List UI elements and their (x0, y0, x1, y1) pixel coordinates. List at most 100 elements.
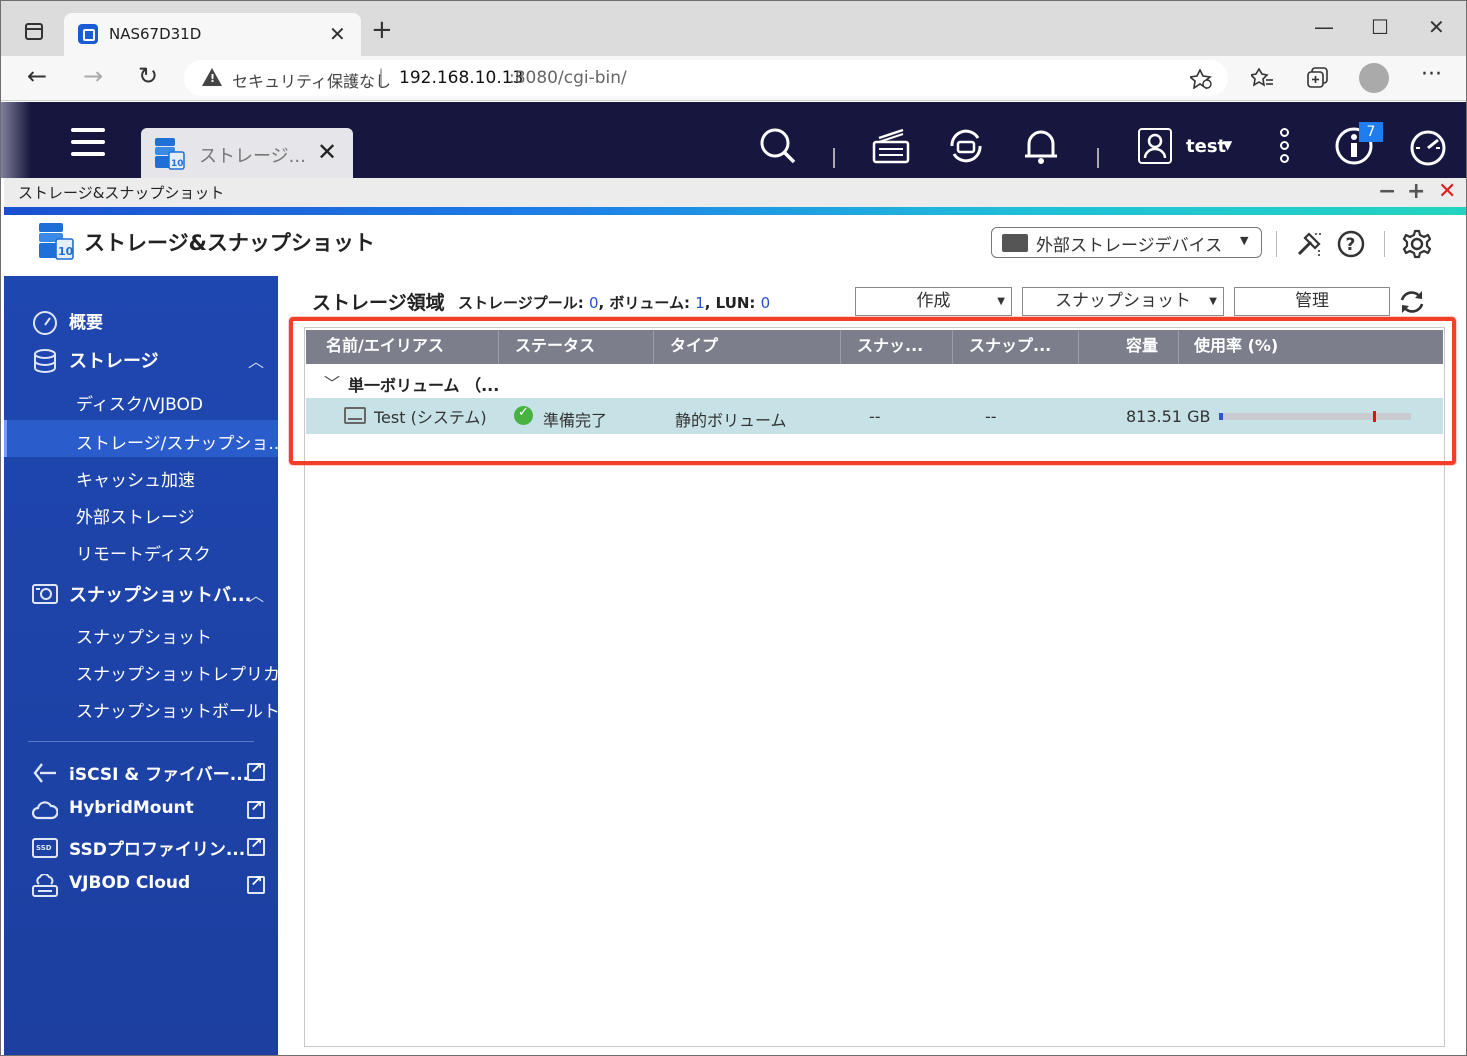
forward-button[interactable]: → (83, 62, 103, 90)
manage-button[interactable]: 管理 (1234, 287, 1390, 316)
search-icon[interactable] (758, 126, 798, 166)
sidebar-item-label: リモートディスク (76, 545, 211, 565)
sidebar-item-external-storage[interactable]: 外部ストレージ (4, 499, 278, 529)
notification-count-badge: 7 (1359, 122, 1383, 142)
external-link-icon[interactable] (247, 797, 265, 819)
sidebar-item-label: HybridMount (69, 798, 194, 818)
volume-icon (344, 407, 366, 424)
help-icon[interactable]: ? (1337, 230, 1365, 258)
sidebar-item-hybridmount[interactable]: HybridMount (4, 794, 278, 826)
external-device-sync-icon[interactable] (946, 126, 986, 166)
create-button[interactable]: 作成 ▼ (855, 287, 1012, 316)
new-tab-button[interactable]: + (371, 15, 393, 45)
sidebar-item-cache[interactable]: キャッシュ加速 (4, 462, 278, 492)
user-menu-caret-icon[interactable]: ▼ (1223, 138, 1232, 152)
sidebar-item-snapshot-vault[interactable]: スナップショットボールト (4, 693, 280, 723)
volume-type: 静的ボリューム (675, 411, 787, 430)
column-divider (952, 330, 953, 364)
sidebar-item-label: SSDプロファイリン... (69, 840, 246, 860)
tab-close-icon[interactable]: ✕ (329, 22, 346, 46)
column-header-type[interactable]: タイプ (670, 330, 840, 364)
profile-avatar[interactable] (1359, 63, 1389, 93)
sidebar-item-snapshot-replica[interactable]: スナップショットレプリカ (4, 656, 280, 686)
reload-button[interactable]: ↻ (138, 62, 158, 90)
qnap-favicon-icon (78, 24, 98, 44)
close-app-tab-icon[interactable]: ✕ (317, 138, 337, 166)
vjbod-cloud-icon (32, 874, 58, 897)
volume-snapshot-count: -- (869, 407, 881, 426)
collections-icon[interactable] (1307, 67, 1329, 89)
url-input[interactable]: セキュリティ保護なし | 192.168.10.13 :8080/cgi-bin… (184, 60, 1228, 96)
sidebar-item-label: ストレージ/スナップショ... (76, 434, 285, 454)
add-favorite-icon[interactable] (1190, 69, 1212, 89)
sidebar-item-label: ストレージ (69, 351, 159, 372)
column-header-snapshot-space[interactable]: スナップ... (969, 330, 1079, 364)
favorites-icon[interactable] (1251, 68, 1273, 88)
warning-icon[interactable] (202, 68, 222, 86)
cloud-icon (32, 801, 58, 820)
sidebar-item-label: VJBOD Cloud (69, 873, 191, 893)
page-title: ストレージ&スナップショット (84, 231, 375, 255)
volume-name: Test (システム) (374, 408, 487, 427)
column-header-snapshot-count[interactable]: スナッ... (857, 330, 957, 364)
volume-group-row[interactable]: ﹀ 単一ボリューム （... (306, 364, 1443, 398)
close-window-button[interactable]: ✕ (1428, 15, 1445, 39)
user-avatar-icon[interactable] (1138, 128, 1172, 164)
tools-icon[interactable] (1295, 230, 1323, 258)
external-link-icon[interactable] (247, 759, 265, 781)
external-link-icon[interactable] (247, 834, 265, 856)
browser-tab[interactable]: NAS67D31D ✕ (64, 13, 361, 57)
settings-more-icon[interactable]: ··· (1421, 62, 1442, 87)
sidebar-item-ssd-profiling[interactable]: SSD SSDプロファイリン... (4, 831, 278, 863)
sidebar-item-snapshot[interactable]: スナップショット (4, 619, 278, 649)
resource-monitor-icon[interactable] (1408, 126, 1448, 166)
sidebar-item-label: スナップショットバ... (69, 585, 252, 606)
grid-header: 名前/エイリアス ステータス タイプ スナッ... スナップ... 容量 使用率… (306, 330, 1443, 364)
table-row[interactable]: Test (システム) 準備完了 静的ボリューム -- -- 813.51 GB (306, 398, 1443, 434)
section-title: ストレージ領域 (312, 292, 445, 314)
chevron-up-icon[interactable]: ︿ (248, 348, 264, 372)
settings-gear-icon[interactable] (1402, 229, 1432, 259)
chevron-up-icon[interactable]: ︿ (248, 582, 264, 606)
external-storage-device-button[interactable]: 外部ストレージデバイス ▼ (991, 227, 1262, 258)
back-button[interactable]: ← (27, 62, 47, 90)
app-minimize-button[interactable]: − (1378, 179, 1396, 204)
column-header-usage[interactable]: 使用率 (%) (1194, 330, 1344, 364)
tab-actions-icon[interactable] (25, 23, 43, 40)
app-maximize-button[interactable]: + (1407, 179, 1425, 204)
open-app-tab[interactable]: 10 ストレージ... ✕ (141, 128, 353, 178)
storage-app-icon: 10 (155, 138, 185, 170)
usage-bar (1219, 411, 1411, 422)
external-link-icon[interactable] (247, 872, 265, 894)
sidebar-item-snapshot-backup[interactable]: スナップショットバ... ︿ (4, 576, 278, 610)
notification-bell-icon[interactable] (1021, 126, 1061, 166)
column-header-name[interactable]: 名前/エイリアス (326, 330, 496, 364)
chevron-down-icon[interactable]: ﹀ (324, 370, 340, 394)
toolbar-divider (1097, 148, 1099, 168)
app-close-button[interactable]: ✕ (1438, 179, 1456, 204)
check-circle-icon (514, 405, 533, 425)
snapshot-button[interactable]: スナップショット ▼ (1022, 287, 1224, 316)
more-options-icon[interactable] (1280, 128, 1292, 168)
main-menu-icon[interactable] (71, 128, 105, 164)
security-status[interactable]: セキュリティ保護なし (232, 68, 391, 92)
storage-grid: 名前/エイリアス ステータス タイプ スナッ... スナップ... 容量 使用率… (304, 327, 1445, 1047)
sidebar-item-storage-snapshots[interactable]: ストレージ/スナップショ... (4, 424, 285, 456)
sidebar-item-disks[interactable]: ディスク/VJBOD (4, 386, 278, 416)
column-header-status[interactable]: ステータス (515, 330, 655, 364)
background-tasks-icon[interactable] (871, 126, 911, 166)
refresh-icon[interactable] (1398, 288, 1426, 316)
maximize-button[interactable]: ☐ (1371, 15, 1389, 39)
svg-text:?: ? (1346, 235, 1356, 255)
user-name[interactable]: test (1186, 136, 1226, 157)
sidebar-item-iscsi[interactable]: iSCSI & ファイバー... (4, 756, 278, 788)
minimize-button[interactable]: — (1314, 15, 1334, 39)
chevron-down-icon: ▼ (997, 296, 1005, 307)
main-panel: ストレージ領域 ストレージプール: 0, ボリューム: 1, LUN: 0 作成… (278, 276, 1466, 1055)
svg-text:10: 10 (58, 245, 74, 258)
sidebar-item-storage[interactable]: ストレージ ︿ (4, 344, 278, 376)
volume-status: 準備完了 (543, 411, 608, 430)
sidebar-item-overview[interactable]: 概要 (4, 306, 278, 336)
sidebar-item-vjbod-cloud[interactable]: VJBOD Cloud (4, 869, 278, 901)
sidebar-item-remote-disk[interactable]: リモートディスク (4, 536, 278, 566)
